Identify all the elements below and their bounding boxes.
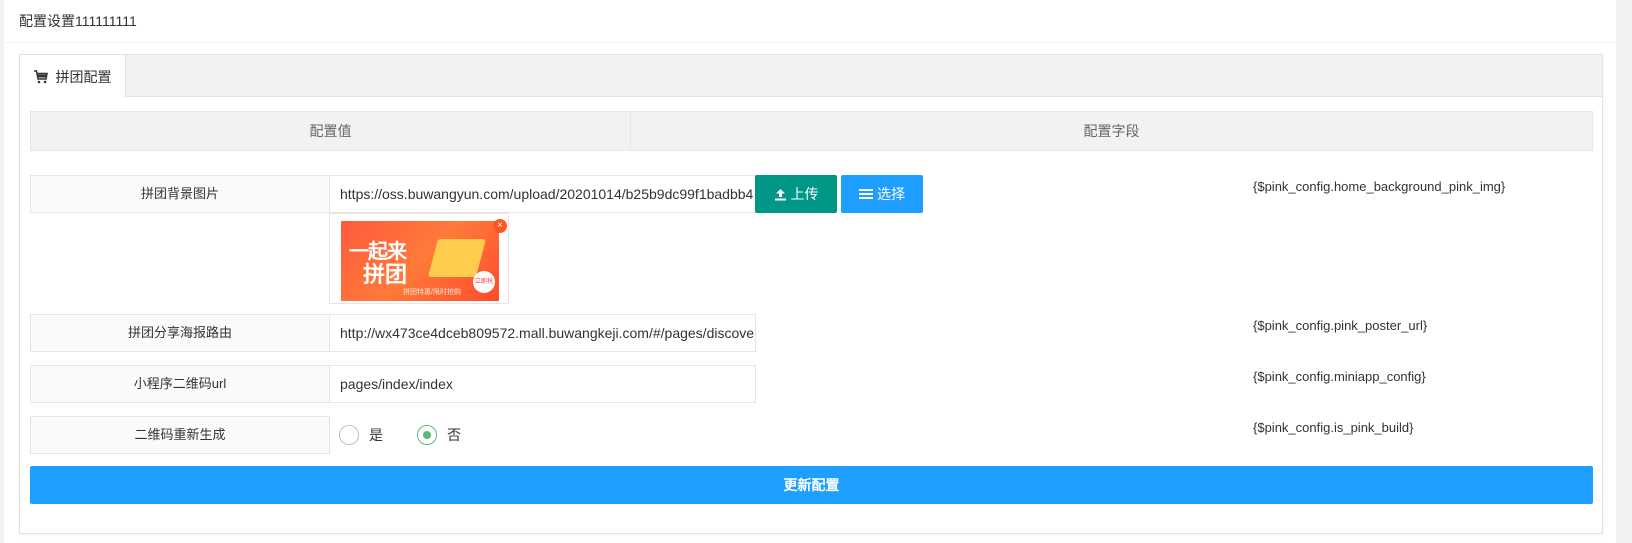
- cart-icon: [33, 69, 48, 84]
- page-title: 配置设置111111111: [4, 0, 1616, 43]
- radio-label: 是: [369, 427, 383, 443]
- row-label: 小程序二维码url: [30, 365, 330, 403]
- radio-circle: [339, 425, 359, 445]
- select-label: 选择: [877, 186, 905, 202]
- config-row-poster-url: 拼团分享海报路由 http://wx473ce4dceb809572.mall.…: [30, 314, 1593, 352]
- update-config-button[interactable]: 更新配置: [30, 466, 1593, 504]
- tab-bar: 拼团配置: [20, 55, 1602, 98]
- select-button[interactable]: 选择: [841, 175, 923, 213]
- field-key: {$pink_config.is_pink_build}: [1253, 420, 1414, 435]
- promo-badge: 立即抢: [473, 271, 495, 293]
- tab-container: 拼团配置 配置值 配置字段 拼团背景图片 https://oss.buwangy…: [19, 54, 1603, 534]
- promo-board-graphic: [427, 239, 487, 277]
- tab-pink-config[interactable]: 拼团配置: [20, 55, 126, 98]
- poster-url-input[interactable]: http://wx473ce4dceb809572.mall.buwangkej…: [329, 314, 756, 352]
- list-icon: [859, 189, 873, 199]
- config-row-background: 拼团背景图片 https://oss.buwangyun.com/upload/…: [30, 175, 1593, 304]
- upload-icon: [774, 188, 786, 200]
- image-preview: 一起来 拼团 拼团特惠/限时抢购 立即抢 ×: [329, 213, 509, 304]
- row-label: 拼团分享海报路由: [30, 314, 330, 352]
- table-header: 配置值 配置字段: [30, 111, 1593, 151]
- config-panel: 配置设置111111111 拼团配置 配置值 配置字段 拼团背景图片 https…: [4, 0, 1616, 543]
- radio-label: 否: [447, 427, 461, 443]
- radio-no[interactable]: 否: [417, 425, 461, 445]
- config-row-miniapp-url: 小程序二维码url pages/index/index {$pink_confi…: [30, 365, 1593, 403]
- preview-image: 一起来 拼团 拼团特惠/限时抢购 立即抢: [341, 221, 499, 301]
- field-key: {$pink_config.home_background_pink_img}: [1253, 179, 1506, 194]
- background-image-input[interactable]: https://oss.buwangyun.com/upload/2020101…: [329, 175, 756, 213]
- miniapp-url-input[interactable]: pages/index/index: [329, 365, 756, 403]
- regenerate-radio-group: 是 否: [329, 416, 495, 454]
- close-icon[interactable]: ×: [493, 219, 507, 233]
- row-label: 二维码重新生成: [30, 416, 330, 454]
- header-config-field: 配置字段: [1083, 123, 1140, 139]
- config-row-regenerate: 二维码重新生成 是 否 {$pink_config.is_pink_build}: [30, 416, 1593, 454]
- tab-label: 拼团配置: [55, 68, 112, 85]
- upload-button[interactable]: 上传: [755, 175, 837, 213]
- upload-label: 上传: [790, 186, 819, 202]
- row-label: 拼团背景图片: [30, 175, 330, 213]
- radio-yes[interactable]: 是: [339, 425, 383, 445]
- promo-text-line2: 拼团: [363, 263, 408, 288]
- field-key: {$pink_config.pink_poster_url}: [1253, 318, 1428, 333]
- field-key: {$pink_config.miniapp_config}: [1253, 369, 1426, 384]
- header-config-value: 配置值: [31, 112, 631, 150]
- radio-circle-checked: [417, 425, 437, 445]
- promo-caption: 拼团特惠/限时抢购: [403, 289, 461, 296]
